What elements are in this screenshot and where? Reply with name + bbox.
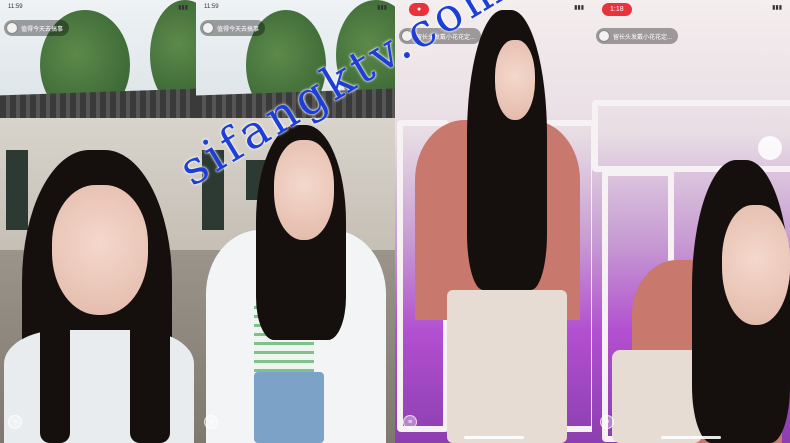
video-panel-1[interactable]: 11:59 ▮▮▮ 值得今天去搞事 ≡	[0, 0, 196, 443]
comment-icon[interactable]: ≡	[204, 415, 218, 429]
door	[6, 150, 28, 230]
battery-icon: ▮▮▮	[377, 4, 387, 11]
avatar-icon[interactable]	[6, 22, 18, 34]
face	[495, 40, 535, 120]
face	[274, 140, 334, 240]
record-indicator: ●	[417, 6, 422, 13]
record-icon[interactable]: 1:18	[602, 3, 632, 16]
chip-label: 值得今天去搞事	[217, 26, 260, 33]
battery-icon: ▮▮▮	[772, 4, 782, 11]
hair-strand	[40, 300, 70, 443]
chip-label: 留长头发戴小花花定...	[613, 34, 673, 41]
avatar-icon[interactable]	[202, 22, 214, 34]
chip-label: 值得今天去搞事	[21, 26, 64, 33]
status-bar: 11:59 ▮▮▮	[196, 0, 395, 14]
face	[722, 205, 790, 325]
circle-button[interactable]	[758, 136, 782, 160]
streamer-chip[interactable]: 值得今天去搞事	[200, 20, 266, 36]
status-time: 11:59	[204, 4, 219, 10]
home-indicator[interactable]	[661, 436, 721, 439]
hair-strand	[130, 300, 170, 443]
door	[202, 150, 224, 230]
skirt	[447, 290, 567, 443]
record-icon[interactable]: ●	[409, 3, 430, 16]
home-indicator[interactable]	[463, 436, 524, 439]
status-bar: 11:59 ▮▮▮	[0, 0, 196, 14]
comment-icon[interactable]: ≡	[8, 415, 22, 429]
record-time: 1:18	[610, 6, 624, 13]
avatar-icon[interactable]	[598, 30, 610, 42]
battery-icon: ▮▮▮	[178, 4, 188, 11]
video-panel-3[interactable]: ▮▮▮ ● 留长头发戴小花花定... ≡	[395, 0, 592, 443]
comment-icon[interactable]: ≡	[403, 415, 417, 429]
streamer-chip[interactable]: 留长头发戴小花花定...	[596, 28, 679, 44]
avatar-icon[interactable]	[401, 30, 413, 42]
skirt	[612, 350, 702, 443]
video-panel-2[interactable]: 11:59 ▮▮▮ 值得今天去搞事 ≡	[196, 0, 395, 443]
bunk-frame	[592, 100, 790, 172]
chip-label: 留长头发戴小花花定...	[416, 34, 476, 41]
streamer-chip[interactable]: 值得今天去搞事	[4, 20, 70, 36]
status-time: 11:59	[8, 4, 23, 10]
jeans	[254, 372, 324, 443]
battery-icon: ▮▮▮	[574, 4, 584, 11]
streamer-chip[interactable]: 留长头发戴小花花定...	[399, 28, 482, 44]
video-panel-4[interactable]: ▮▮▮ 1:18 留长头发戴小花花定... ≡	[592, 0, 790, 443]
face	[52, 185, 148, 315]
comment-icon[interactable]: ≡	[600, 415, 614, 429]
